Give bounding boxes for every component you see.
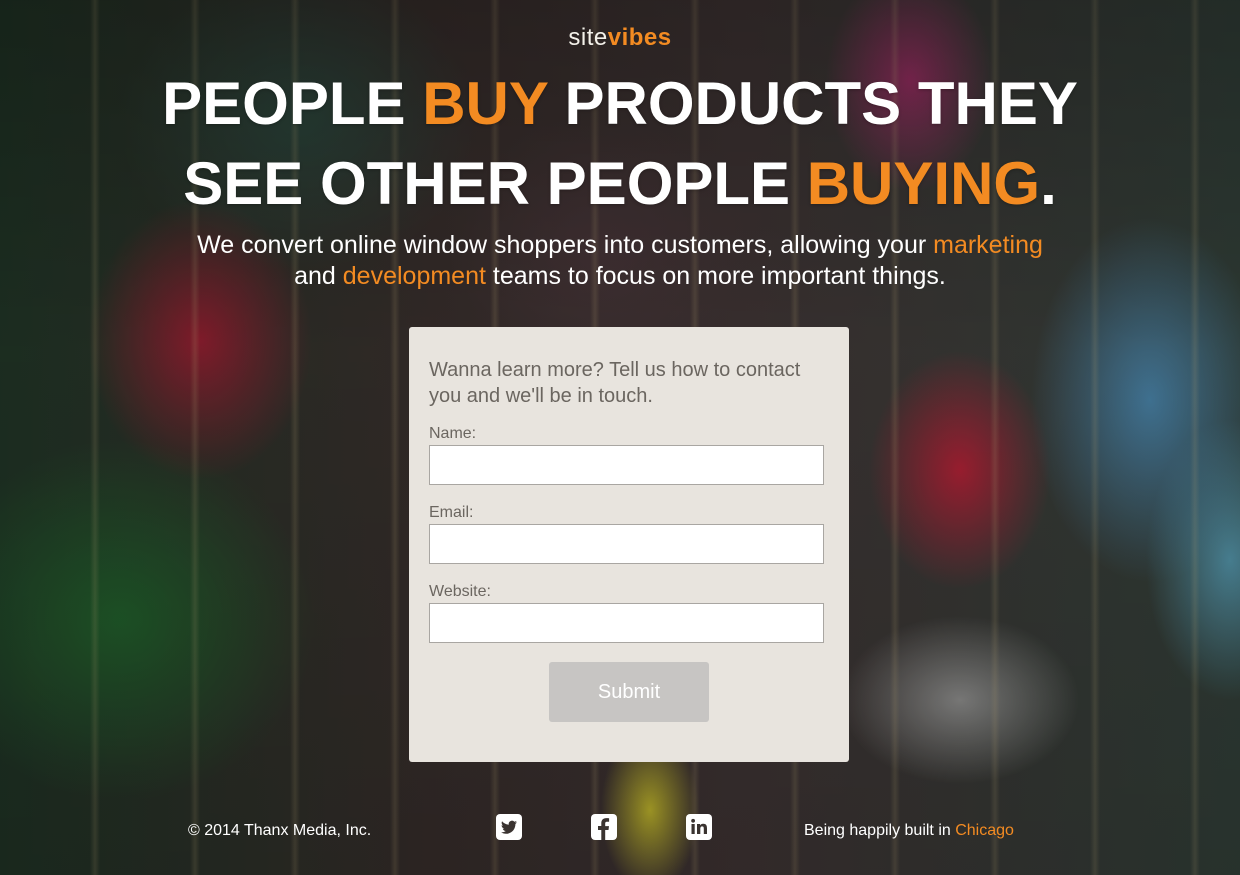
form-intro: Wanna learn more? Tell us how to contact… (429, 359, 801, 407)
copyright: © 2014 Thanx Media, Inc. (188, 822, 372, 839)
subhead-highlight-marketing: marketing (933, 231, 1043, 259)
submit-button[interactable]: Submit (549, 662, 709, 722)
headline-highlight-buying: BUYING (806, 150, 1041, 217)
headline-text: SEE OTHER PEOPLE (183, 150, 807, 217)
subhead-highlight-development: development (342, 262, 486, 290)
headline-text: PEOPLE (162, 70, 423, 137)
logo-vibes: vibes (607, 24, 672, 51)
headline-line2: SEE OTHER PEOPLE BUYING. (183, 150, 1057, 217)
twitter-icon[interactable] (496, 814, 522, 840)
subhead-text: We convert online window shoppers into c… (197, 231, 934, 259)
headline-highlight-buy: BUY (422, 70, 548, 137)
page: sitevibes PEOPLE BUY PRODUCTS THEY SEE O… (0, 0, 1240, 875)
headline: PEOPLE BUY PRODUCTS THEY SEE OTHER PEOPL… (0, 64, 1240, 224)
built-in-text: Being happily built in Chicago (804, 822, 1014, 840)
facebook-icon[interactable] (591, 814, 617, 840)
name-field[interactable] (429, 445, 824, 485)
subhead-text: and (294, 262, 343, 290)
linkedin-icon[interactable] (686, 814, 712, 840)
subheading: We convert online window shoppers into c… (0, 230, 1240, 292)
built-prefix: Being happily built in (804, 822, 956, 839)
chicago-link[interactable]: Chicago (955, 822, 1014, 839)
logo-site: site (568, 24, 608, 51)
email-field[interactable] (429, 524, 824, 564)
headline-line1: PEOPLE BUY PRODUCTS THEY (162, 70, 1078, 137)
website-field[interactable] (429, 603, 824, 643)
name-label: Name: (429, 425, 477, 442)
website-label: Website: (429, 583, 491, 600)
logo[interactable]: sitevibes (0, 24, 1240, 52)
headline-period: . (1040, 150, 1057, 217)
headline-text: PRODUCTS THEY (547, 70, 1078, 137)
email-label: Email: (429, 504, 474, 521)
subhead-text: teams to focus on more important things. (485, 262, 946, 290)
contact-form: Wanna learn more? Tell us how to contact… (409, 327, 849, 762)
